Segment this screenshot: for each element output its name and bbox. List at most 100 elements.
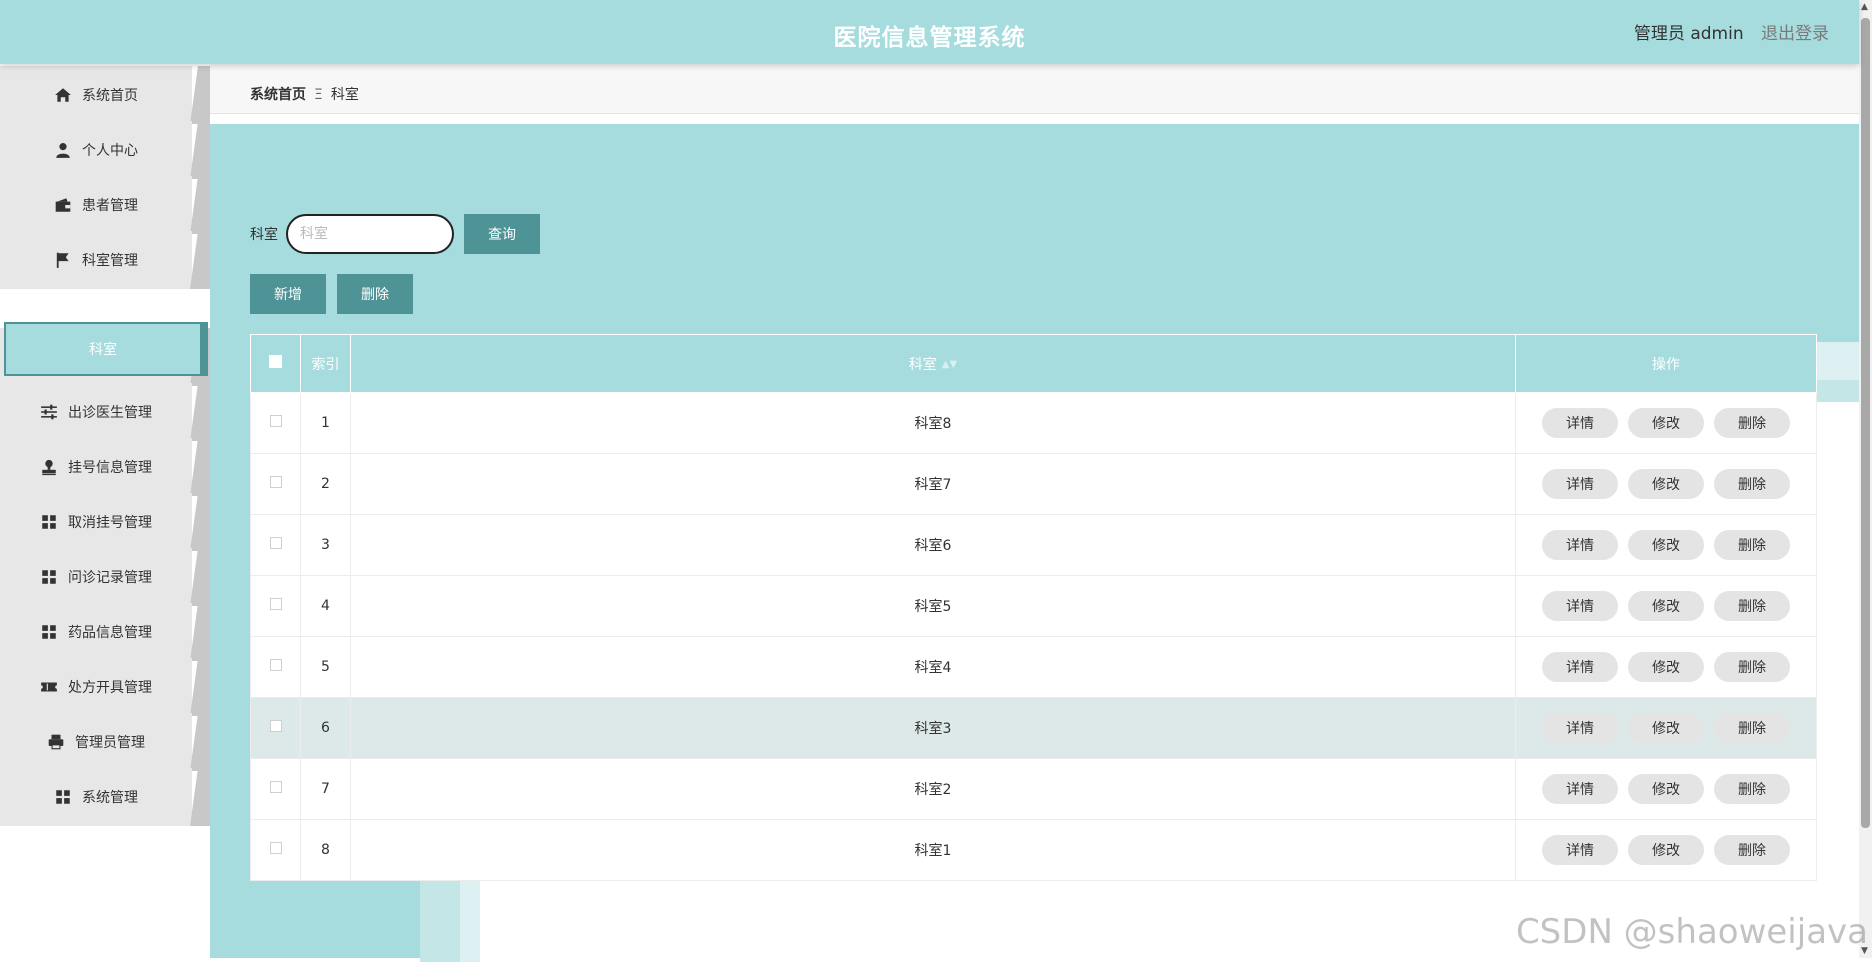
- detail-button[interactable]: 详情: [1542, 835, 1618, 865]
- table-row[interactable]: 2 科室7 详情 修改 删除: [250, 453, 1817, 515]
- detail-button[interactable]: 详情: [1542, 591, 1618, 621]
- detail-button[interactable]: 详情: [1542, 530, 1618, 560]
- scroll-up-arrow-icon[interactable]: ▲: [1861, 2, 1868, 12]
- sidebar-item-tile[interactable]: 问诊记录管理: [0, 548, 192, 606]
- sidebar-item-tile[interactable]: 科室管理: [0, 231, 192, 289]
- printer-icon: [47, 733, 65, 751]
- sidebar-item-8[interactable]: 问诊记录管理: [0, 548, 210, 606]
- sidebar-item-label: 处方开具管理: [68, 680, 152, 696]
- search-input[interactable]: [286, 214, 454, 254]
- delete-button[interactable]: 删除: [1714, 835, 1790, 865]
- sidebar-item-edge: [190, 493, 210, 551]
- sidebar-item-tile[interactable]: 患者管理: [0, 176, 192, 234]
- delete-button[interactable]: 删除: [1714, 774, 1790, 804]
- edit-button[interactable]: 修改: [1628, 530, 1704, 560]
- detail-button[interactable]: 详情: [1542, 713, 1618, 743]
- sidebar-subitem-dept[interactable]: 科室: [4, 322, 208, 376]
- sidebar-item-edge: [190, 176, 210, 234]
- sidebar-item-11[interactable]: 管理员管理: [0, 713, 210, 771]
- sidebar-item-tile[interactable]: 取消挂号管理: [0, 493, 192, 551]
- sidebar-item-tile[interactable]: 系统管理: [0, 768, 192, 826]
- row-checkbox[interactable]: [269, 781, 282, 793]
- sidebar-item-3[interactable]: 科室管理: [0, 231, 210, 289]
- query-button[interactable]: 查询: [464, 214, 540, 254]
- row-checkbox[interactable]: [269, 476, 282, 488]
- delete-button[interactable]: 删除: [1714, 530, 1790, 560]
- bulk-delete-button[interactable]: 删除: [337, 274, 413, 314]
- sidebar-item-2[interactable]: 患者管理: [0, 176, 210, 234]
- table-row[interactable]: 5 科室4 详情 修改 删除: [250, 636, 1817, 698]
- sidebar-item-tile[interactable]: 挂号信息管理: [0, 438, 192, 496]
- row-checkbox[interactable]: [269, 537, 282, 549]
- grid-icon: [40, 513, 58, 531]
- delete-button[interactable]: 删除: [1714, 713, 1790, 743]
- user-icon: [54, 141, 72, 159]
- row-checkbox[interactable]: [269, 659, 282, 671]
- edit-button[interactable]: 修改: [1628, 591, 1704, 621]
- edit-button[interactable]: 修改: [1628, 713, 1704, 743]
- table-row[interactable]: 1 科室8 详情 修改 删除: [250, 392, 1817, 454]
- breadcrumb-home[interactable]: 系统首页: [250, 87, 306, 103]
- sidebar-item-edge: [190, 658, 210, 716]
- sidebar-item-6[interactable]: 挂号信息管理: [0, 438, 210, 496]
- sidebar-item-5[interactable]: 出诊医生管理: [0, 383, 210, 441]
- sidebar-item-12[interactable]: 系统管理: [0, 768, 210, 826]
- row-actions: 详情 修改 删除: [1515, 819, 1817, 881]
- sidebar: 系统首页个人中心患者管理科室管理医生管理出诊医生管理挂号信息管理取消挂号管理问诊…: [0, 66, 210, 958]
- edit-button[interactable]: 修改: [1628, 652, 1704, 682]
- row-checkbox[interactable]: [269, 598, 282, 610]
- column-header-dept[interactable]: 科室 ▲▼: [350, 334, 1516, 393]
- row-dept: 科室7: [350, 453, 1516, 515]
- flag-icon: [54, 251, 72, 269]
- sidebar-item-10[interactable]: 处方开具管理: [0, 658, 210, 716]
- select-all-checkbox[interactable]: [269, 355, 282, 368]
- sidebar-item-0[interactable]: 系统首页: [0, 66, 210, 124]
- sidebar-item-1[interactable]: 个人中心: [0, 121, 210, 179]
- sidebar-item-tile[interactable]: 个人中心: [0, 121, 192, 179]
- row-actions: 详情 修改 删除: [1515, 514, 1817, 576]
- delete-button[interactable]: 删除: [1714, 591, 1790, 621]
- row-dept: 科室4: [350, 636, 1516, 698]
- scrollbar-thumb[interactable]: [1861, 18, 1870, 828]
- delete-button[interactable]: 删除: [1714, 469, 1790, 499]
- sidebar-item-tile[interactable]: 管理员管理: [0, 713, 192, 771]
- edit-button[interactable]: 修改: [1628, 469, 1704, 499]
- table-row[interactable]: 7 科室2 详情 修改 删除: [250, 758, 1817, 820]
- row-select-cell: [250, 453, 301, 515]
- sidebar-item-tile[interactable]: 系统首页: [0, 66, 192, 124]
- delete-button[interactable]: 删除: [1714, 652, 1790, 682]
- search-row: 科室 查询: [250, 214, 540, 254]
- row-select-cell: [250, 575, 301, 637]
- action-row: 新增 删除: [250, 274, 424, 314]
- sidebar-item-7[interactable]: 取消挂号管理: [0, 493, 210, 551]
- table-row[interactable]: 3 科室6 详情 修改 删除: [250, 514, 1817, 576]
- detail-button[interactable]: 详情: [1542, 408, 1618, 438]
- edit-button[interactable]: 修改: [1628, 835, 1704, 865]
- detail-button[interactable]: 详情: [1542, 774, 1618, 804]
- row-dept: 科室2: [350, 758, 1516, 820]
- logout-link[interactable]: 退出登录: [1761, 24, 1829, 44]
- edit-button[interactable]: 修改: [1628, 774, 1704, 804]
- row-checkbox[interactable]: [269, 842, 282, 854]
- app-title: 医院信息管理系统: [833, 25, 1026, 51]
- add-button[interactable]: 新增: [250, 274, 326, 314]
- sidebar-item-edge: [190, 438, 210, 496]
- sidebar-item-tile[interactable]: 处方开具管理: [0, 658, 192, 716]
- sidebar-item-tile[interactable]: 药品信息管理: [0, 603, 192, 661]
- sidebar-item-label: 药品信息管理: [68, 625, 152, 641]
- edit-button[interactable]: 修改: [1628, 408, 1704, 438]
- sidebar-item-9[interactable]: 药品信息管理: [0, 603, 210, 661]
- detail-button[interactable]: 详情: [1542, 469, 1618, 499]
- delete-button[interactable]: 删除: [1714, 408, 1790, 438]
- table-row[interactable]: 4 科室5 详情 修改 删除: [250, 575, 1817, 637]
- row-select-cell: [250, 514, 301, 576]
- sidebar-item-tile[interactable]: 出诊医生管理: [0, 383, 192, 441]
- row-checkbox[interactable]: [269, 720, 282, 732]
- sort-icon[interactable]: ▲▼: [942, 359, 957, 370]
- row-checkbox[interactable]: [269, 415, 282, 427]
- page-scrollbar[interactable]: ▲ ▼: [1859, 0, 1872, 958]
- table-row[interactable]: 6 科室3 详情 修改 删除: [250, 697, 1817, 759]
- table-row[interactable]: 8 科室1 详情 修改 删除: [250, 819, 1817, 881]
- wallet-icon: [54, 196, 72, 214]
- detail-button[interactable]: 详情: [1542, 652, 1618, 682]
